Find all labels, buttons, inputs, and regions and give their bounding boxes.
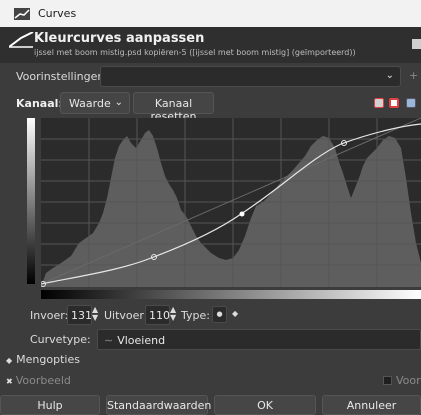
output-spinner[interactable]: ▲ ▼ bbox=[170, 306, 176, 322]
vertical-gradient-bar bbox=[27, 118, 35, 284]
curve-type-select[interactable]: ∼ Vloeiend bbox=[97, 329, 421, 350]
channel-row: Kanaal: Waarde ⌄ Kanaal resetten bbox=[0, 89, 421, 123]
image-thumbnail bbox=[412, 39, 421, 49]
chevron-down-icon: ⌄ bbox=[385, 70, 394, 81]
smooth-point-type-button[interactable]: ● bbox=[212, 306, 227, 323]
blending-options-label: Mengopties bbox=[16, 353, 80, 366]
curves-app-icon bbox=[14, 7, 30, 20]
split-preview-label: Voor bbox=[396, 374, 421, 387]
input-output-row: Invoer: 131 ▲ ▼ Uitvoer: 110 ▲ ▼ Type: ● ◆ bbox=[0, 304, 421, 326]
corner-point-type-button[interactable]: ◆ bbox=[232, 309, 238, 318]
output-label: Uitvoer: bbox=[104, 309, 148, 322]
channel-label: Kanaal: bbox=[16, 97, 63, 110]
curve-type-label: Curvetype: bbox=[30, 333, 91, 346]
curves-icon bbox=[9, 32, 34, 48]
linear-histogram-icon[interactable] bbox=[374, 98, 384, 108]
split-preview-checkbox[interactable]: Voor bbox=[383, 374, 421, 387]
channel-select[interactable]: Waarde ⌄ bbox=[60, 92, 130, 114]
window-titlebar: Curves bbox=[0, 0, 421, 27]
presets-label: Voorinstellingen: bbox=[16, 70, 109, 83]
preview-label: Voorbeeld bbox=[15, 374, 71, 387]
window-title: Curves bbox=[38, 7, 77, 20]
chevron-down-icon: ⌄ bbox=[114, 97, 123, 108]
add-preset-button[interactable]: + bbox=[409, 69, 418, 82]
curve-editor[interactable] bbox=[41, 118, 421, 287]
curve-type-value: Vloeiend bbox=[117, 334, 166, 347]
channel-value: Waarde bbox=[69, 97, 111, 110]
input-label: Invoer: bbox=[30, 309, 69, 322]
dialog-subtitle: ijssel met boom mistig.psd kopiëren-5 ([… bbox=[34, 48, 356, 57]
horizontal-gradient-bar bbox=[41, 290, 421, 299]
curve-point-selected[interactable] bbox=[239, 211, 245, 217]
type-label: Type: bbox=[181, 309, 210, 322]
presets-combo[interactable]: ⌄ bbox=[100, 66, 401, 87]
log-histogram-icon[interactable] bbox=[389, 98, 399, 108]
presets-row: Voorinstellingen: ⌄ + bbox=[0, 63, 421, 89]
blending-options-toggle[interactable]: ◆ Mengopties bbox=[6, 353, 80, 366]
output-field[interactable]: 110 bbox=[145, 305, 170, 325]
checkbox-unchecked-icon bbox=[383, 376, 392, 385]
checkbox-checked-icon: ✖ bbox=[6, 377, 13, 386]
histogram-mode-icon[interactable] bbox=[406, 98, 416, 108]
dialog-title: Kleurcurves aanpassen bbox=[34, 31, 205, 46]
smooth-curve-icon: ∼ bbox=[104, 334, 114, 347]
help-button[interactable]: Hulp bbox=[0, 395, 100, 415]
cancel-button[interactable]: Annuleer bbox=[322, 395, 421, 415]
preview-checkbox[interactable]: ✖ Voorbeeld bbox=[6, 374, 71, 387]
reset-channel-button[interactable]: Kanaal resetten bbox=[133, 92, 214, 123]
curve-type-row: Curvetype: ∼ Vloeiend bbox=[0, 328, 421, 350]
reset-defaults-button[interactable]: Standaardwaarden bbox=[106, 395, 211, 415]
ok-button[interactable]: OK bbox=[214, 395, 316, 415]
input-field[interactable]: 131 bbox=[67, 305, 92, 325]
dialog-buttons: Hulp Standaardwaarden OK Annuleer bbox=[0, 395, 421, 415]
input-spinner[interactable]: ▲ ▼ bbox=[92, 306, 98, 322]
expander-icon: ◆ bbox=[6, 356, 13, 365]
dialog-header: Kleurcurves aanpassen ijssel met boom mi… bbox=[0, 27, 421, 63]
